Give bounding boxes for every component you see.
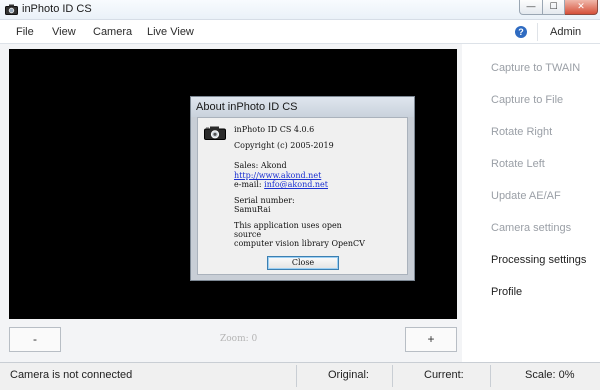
scale-value: Scale: 0% xyxy=(525,369,575,381)
camera-settings-button[interactable]: Camera settings xyxy=(491,222,571,234)
current-size: Current: xyxy=(424,369,464,381)
email-row: e-mail: info@akond.net xyxy=(234,180,328,189)
capture-to-file-button[interactable]: Capture to File xyxy=(491,94,563,106)
about-dialog-title: About inPhoto ID CS xyxy=(196,101,298,113)
menu-live-view[interactable]: Live View xyxy=(147,26,194,38)
status-separator xyxy=(490,365,491,387)
opencv-line-1: This application uses open xyxy=(234,221,342,230)
about-dialog: About inPhoto ID CS inPhoto ID CS 4.0.6 … xyxy=(190,96,415,281)
serial-value: SamuRai xyxy=(234,205,271,214)
status-separator xyxy=(296,365,297,387)
copyright-text: Copyright (c) 2005-2019 xyxy=(234,141,334,150)
profile-button[interactable]: Profile xyxy=(491,286,522,298)
original-size: Original: xyxy=(328,369,369,381)
about-dialog-titlebar[interactable]: About inPhoto ID CS xyxy=(191,97,414,117)
product-version: inPhoto ID CS 4.0.6 xyxy=(234,125,315,134)
email-link[interactable]: info@akond.net xyxy=(264,180,328,189)
menu-file[interactable]: File xyxy=(16,26,34,38)
window-titlebar: inPhoto ID CS — ☐ ✕ xyxy=(0,0,600,20)
zoom-in-button[interactable]: + xyxy=(405,327,457,352)
menu-view[interactable]: View xyxy=(52,26,76,38)
sales-text: Sales: Akond xyxy=(234,161,287,170)
status-bar: Camera is not connected Original: Curren… xyxy=(0,362,600,390)
camera-icon xyxy=(204,126,226,140)
email-label: e-mail: xyxy=(234,180,265,189)
capture-to-twain-button[interactable]: Capture to TWAIN xyxy=(491,62,580,74)
menu-admin[interactable]: Admin xyxy=(550,26,581,38)
help-icon[interactable]: ? xyxy=(515,26,527,38)
menu-camera[interactable]: Camera xyxy=(93,26,132,38)
update-ae-af-button[interactable]: Update AE/AF xyxy=(491,190,561,202)
about-dialog-body: inPhoto ID CS 4.0.6 Copyright (c) 2005-2… xyxy=(197,117,408,275)
processing-settings-button[interactable]: Processing settings xyxy=(491,254,586,266)
zoom-level: Zoom: 0 xyxy=(220,334,258,344)
maximize-button[interactable]: ☐ xyxy=(543,0,565,15)
close-window-button[interactable]: ✕ xyxy=(565,0,598,15)
opencv-line-3: computer vision library OpenCV xyxy=(234,239,365,248)
opencv-line-2: source xyxy=(234,230,262,239)
menu-separator xyxy=(537,23,538,41)
about-close-button[interactable]: Close xyxy=(267,256,339,270)
serial-label: Serial number: xyxy=(234,196,295,205)
rotate-left-button[interactable]: Rotate Left xyxy=(491,158,545,170)
app-camera-icon xyxy=(5,4,18,15)
rotate-right-button[interactable]: Rotate Right xyxy=(491,126,552,138)
connection-status: Camera is not connected xyxy=(10,369,133,381)
menu-bar: File View Camera Live View ? Admin xyxy=(0,20,600,44)
website-link[interactable]: http://www.akond.net xyxy=(234,171,321,180)
minimize-button[interactable]: — xyxy=(519,0,543,15)
zoom-out-button[interactable]: - xyxy=(9,327,61,352)
window-title: inPhoto ID CS xyxy=(22,3,92,15)
status-separator xyxy=(392,365,393,387)
action-sidebar: Capture to TWAIN Capture to File Rotate … xyxy=(462,44,600,362)
